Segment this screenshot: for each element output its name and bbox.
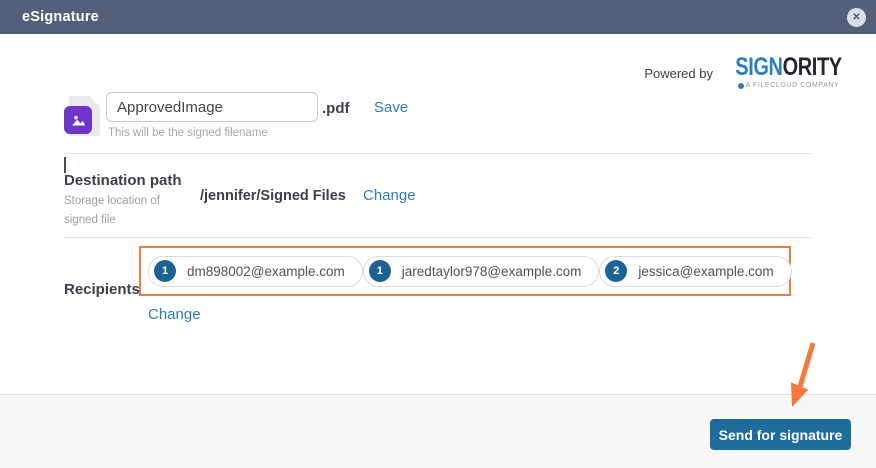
section-divider	[64, 153, 812, 154]
filename-helper-text: This will be the signed filename	[108, 127, 268, 139]
esignature-dialog: eSignature ✕ Powered by SIGNORITY A FILE…	[0, 0, 876, 468]
send-for-signature-button[interactable]: Send for signature	[710, 419, 851, 450]
signority-logo-text: SIGNORITY	[735, 55, 841, 80]
recipient-email: jessica@example.com	[638, 264, 773, 279]
file-extension-label: .pdf	[322, 100, 350, 117]
recipients-highlight-box: 1 dm898002@example.com 1 jaredtaylor978@…	[139, 246, 791, 296]
text-caret	[64, 157, 66, 173]
image-badge-icon	[64, 106, 92, 134]
filecloud-tagline-text: A FILECLOUD COMPANY	[746, 82, 840, 89]
filecloud-tagline: A FILECLOUD COMPANY	[738, 82, 840, 89]
destination-path-value: /jennifer/Signed Files	[200, 188, 346, 204]
recipient-email: jaredtaylor978@example.com	[402, 264, 582, 279]
logo-blue-part: SIGN	[735, 53, 782, 81]
save-link[interactable]: Save	[374, 99, 408, 116]
powered-by-branding: Powered by SIGNORITY A FILECLOUD COMPANY	[644, 55, 855, 89]
filename-input[interactable]	[106, 92, 318, 122]
recipient-order-badge: 2	[605, 260, 627, 282]
recipient-pill[interactable]: 2 jessica@example.com	[599, 256, 791, 287]
image-glyph-icon	[70, 112, 87, 129]
recipients-change-link[interactable]: Change	[148, 306, 201, 323]
recipient-pill[interactable]: 1 dm898002@example.com	[148, 256, 363, 287]
recipient-order-badge: 1	[154, 260, 176, 282]
destination-path-label: Destination path	[64, 172, 182, 189]
signority-logo: SIGNORITY A FILECLOUD COMPANY	[722, 55, 855, 89]
dialog-title: eSignature	[22, 9, 99, 25]
destination-change-link[interactable]: Change	[363, 187, 416, 204]
dialog-header: eSignature	[0, 0, 876, 34]
annotation-arrow-icon	[784, 341, 818, 411]
close-button[interactable]: ✕	[847, 8, 866, 27]
powered-by-label: Powered by	[644, 66, 713, 81]
recipient-order-badge: 1	[369, 260, 391, 282]
recipient-pill[interactable]: 1 jaredtaylor978@example.com	[363, 256, 600, 287]
section-divider	[64, 237, 812, 238]
close-icon: ✕	[852, 13, 860, 23]
image-file-icon	[64, 96, 100, 136]
destination-path-sublabel: Storage location of signed file	[64, 192, 180, 230]
recipient-email: dm898002@example.com	[187, 264, 345, 279]
recipients-label: Recipients	[64, 281, 140, 298]
filecloud-icon	[738, 83, 744, 89]
logo-dark-part: ORITY	[783, 53, 842, 81]
